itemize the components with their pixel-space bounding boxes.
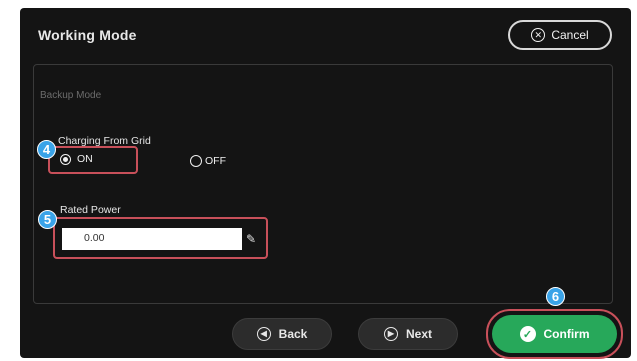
next-button[interactable]: ▶ Next — [358, 318, 458, 350]
step-badge-5: 5 — [38, 210, 57, 229]
confirm-label: Confirm — [543, 327, 590, 341]
radio-off-option[interactable]: OFF — [190, 155, 226, 167]
cancel-button[interactable]: ✕ Cancel — [508, 20, 612, 50]
check-icon: ✓ — [519, 326, 536, 342]
next-label: Next — [405, 327, 432, 341]
highlight-rated-power — [53, 217, 268, 259]
next-icon: ▶ — [383, 327, 398, 341]
back-label: Back — [278, 327, 308, 341]
section-label: Backup Mode — [40, 90, 102, 101]
dialog-title: Working Mode — [38, 27, 137, 43]
step-badge-4: 4 — [37, 140, 56, 159]
working-mode-dialog: Working Mode ✕ Cancel — [20, 8, 631, 358]
step-badge-6: 6 — [546, 287, 565, 306]
rated-power-label: Rated Power — [60, 204, 121, 216]
close-icon: ✕ — [531, 28, 546, 42]
settings-panel — [33, 64, 613, 304]
radio-unselected-icon — [190, 155, 202, 167]
confirm-button[interactable]: ✓ Confirm — [492, 315, 617, 353]
back-icon: ◀ — [256, 327, 271, 341]
back-button[interactable]: ◀ Back — [232, 318, 332, 350]
radio-off-label: OFF — [205, 155, 226, 167]
cancel-label: Cancel — [551, 28, 589, 42]
highlight-charging-on — [48, 146, 138, 174]
